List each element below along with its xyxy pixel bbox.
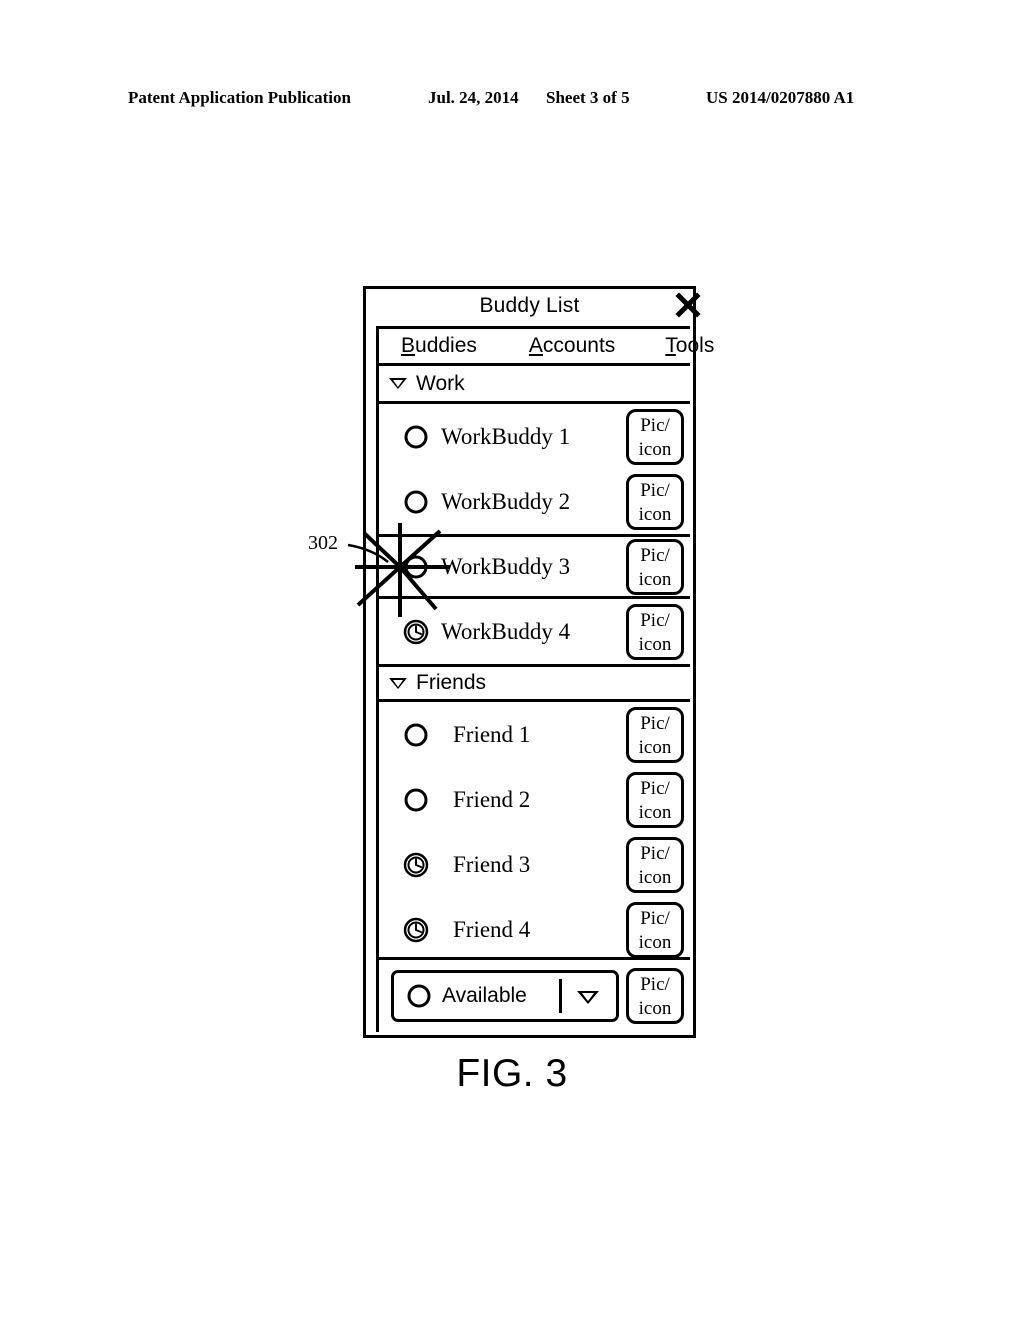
buddy-row-workbuddy-3[interactable]: WorkBuddy 3 Pic/ icon [379,534,690,599]
reference-numeral: 302 [308,532,338,554]
buddy-name: WorkBuddy 2 [441,488,571,514]
pic-icon-line1: Pic/ [640,479,670,501]
pic-icon-line2: icon [638,998,672,1019]
pic-icon-line1: Pic/ [640,414,670,436]
pic-icon-box[interactable]: Pic/ icon [626,771,684,828]
menu-mnemonic-buddies: B [401,334,416,357]
circle-available-icon [403,554,429,580]
window-titlebar: Buddy List [366,289,701,326]
clock-away-icon [403,917,429,943]
group-label-friends: Friends [416,671,487,694]
pic-icon-line2: icon [638,633,672,655]
pic-icon-box[interactable]: Pic/ icon [626,538,684,595]
pic-icon-box[interactable]: Pic/ icon [626,706,684,763]
pic-icon-line2: icon [638,931,672,953]
pic-icon-line1: Pic/ [640,712,670,734]
buddy-list-window: Buddy List Buddies Accounts Tools Work W… [363,286,714,1038]
menu-label-buddies: uddies [415,334,477,357]
pic-icon-box[interactable]: Pic/ icon [626,901,684,958]
buddy-row-workbuddy-2[interactable]: WorkBuddy 2 Pic/ icon [379,469,690,534]
buddy-name: WorkBuddy 1 [441,423,571,449]
menu-label-tools: ools [675,334,715,357]
menu-bar: Buddies Accounts Tools [379,329,714,366]
circle-available-icon [403,489,429,515]
buddy-name: Friend 2 [453,786,531,812]
publication-date: Jul. 24, 2014 [428,88,519,107]
buddy-row-friend-1[interactable]: Friend 1 Pic/ icon [379,702,690,767]
close-icon[interactable] [675,292,701,318]
pic-icon-line2: icon [638,736,672,758]
group-rows-friends: Friend 1 Pic/ icon Friend 2 Pic/ icon Fr… [379,702,690,962]
chevron-down-icon[interactable] [577,991,599,1004]
menu-label-accounts: ccounts [542,334,616,357]
menu-mnemonic-tools: T [665,334,676,357]
pic-icon-line1: Pic/ [640,544,670,566]
circle-available-icon [406,983,432,1009]
group-header-friends[interactable]: Friends [379,664,690,702]
circle-available-icon [403,424,429,450]
buddy-name: WorkBuddy 3 [441,553,571,579]
menu-item-buddies[interactable]: Buddies [401,334,477,358]
clock-away-icon [403,852,429,878]
pic-icon-box[interactable]: Pic/ icon [626,603,684,660]
buddy-row-friend-2[interactable]: Friend 2 Pic/ icon [379,767,690,832]
sheet-number: Sheet 3 of 5 [546,88,630,107]
pic-icon-line1: Pic/ [640,974,670,995]
buddy-name: Friend 1 [453,721,531,747]
pic-icon-line2: icon [638,801,672,823]
pic-icon-line1: Pic/ [640,777,670,799]
buddy-row-workbuddy-1[interactable]: WorkBuddy 1 Pic/ icon [379,404,690,469]
triangle-down-icon [389,378,407,389]
publication-label: Patent Application Publication [128,88,351,107]
dropdown-separator [559,979,562,1013]
pic-icon-box[interactable]: Pic/ icon [626,836,684,893]
pic-icon-line2: icon [638,568,672,590]
pic-icon-line2: icon [638,866,672,888]
menu-mnemonic-accounts: A [528,334,543,357]
triangle-down-icon [389,677,407,689]
pic-icon-box[interactable]: Pic/ icon [626,473,684,530]
status-dropdown[interactable]: Available [391,970,619,1022]
status-dropdown-value: Available [442,984,527,1007]
pic-icon-line2: icon [638,503,672,525]
buddy-row-friend-4[interactable]: Friend 4 Pic/ icon [379,897,690,962]
buddy-name: Friend 3 [453,851,531,877]
pic-icon-line2: icon [638,438,672,460]
pic-icon-line1: Pic/ [640,907,670,929]
buddy-row-friend-3[interactable]: Friend 3 Pic/ icon [379,832,690,897]
group-label-work: Work [416,371,465,395]
patent-number: US 2014/0207880 A1 [706,88,855,107]
figure-caption: FIG. 3 [456,1052,568,1095]
pic-icon-box[interactable]: Pic/ icon [626,408,684,465]
circle-available-icon [403,722,429,748]
menu-item-accounts[interactable]: Accounts [529,334,615,358]
buddy-name: Friend 4 [453,916,531,942]
window-title: Buddy List [479,294,580,317]
buddy-row-workbuddy-4[interactable]: WorkBuddy 4 Pic/ icon [379,599,690,664]
pic-icon-line1: Pic/ [640,609,670,631]
circle-available-icon [403,787,429,813]
patent-page-header: Patent Application Publication Jul. 24, … [128,88,896,114]
buddy-name: WorkBuddy 4 [441,618,571,644]
group-header-work[interactable]: Work [379,366,690,404]
window-content-panel: Buddies Accounts Tools Work WorkBuddy 1 … [376,326,714,1032]
menu-item-tools[interactable]: Tools [665,334,714,358]
pic-icon-line1: Pic/ [640,842,670,864]
clock-away-icon [403,619,429,645]
status-selector-bar: Available Pic/ icon [379,957,690,1032]
pic-icon-box[interactable]: Pic/ icon [626,968,684,1024]
group-rows-work: WorkBuddy 1 Pic/ icon WorkBuddy 2 Pic/ i… [379,404,690,664]
